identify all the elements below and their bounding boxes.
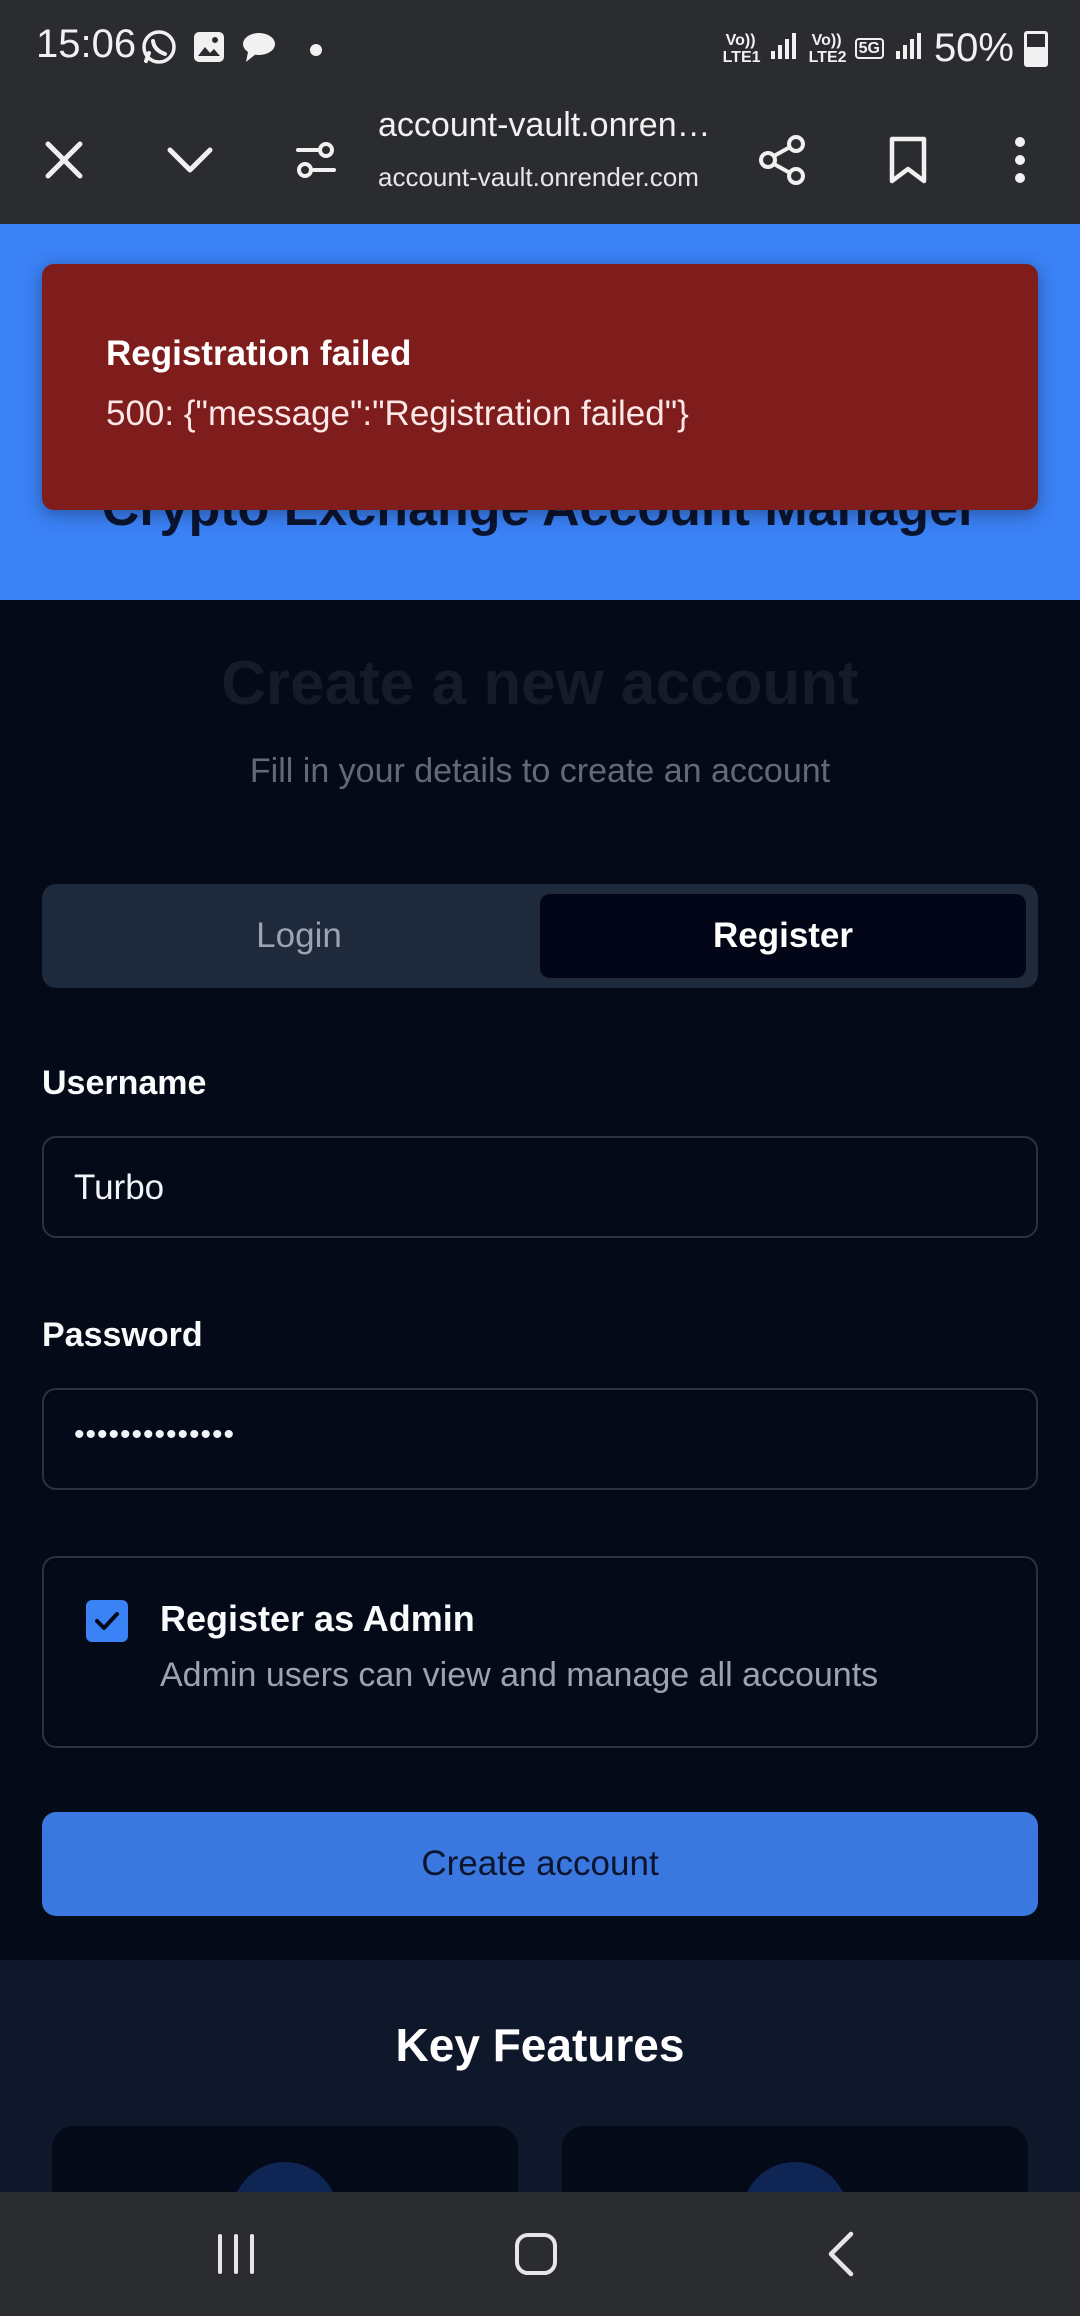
system-nav-bar [0, 2192, 1080, 2316]
back-icon[interactable] [792, 2218, 888, 2290]
username-label: Username [42, 1064, 207, 1102]
sim2-label: Vo)) LTE2 [808, 31, 847, 66]
network-type: 5G [854, 38, 884, 59]
username-field[interactable] [42, 1136, 1038, 1238]
close-icon[interactable] [20, 116, 108, 204]
status-time: 15:06 [36, 22, 137, 66]
admin-title: Register as Admin [160, 1598, 475, 1639]
create-account-button[interactable]: Create account [42, 1812, 1038, 1916]
whatsapp-icon [140, 28, 178, 71]
share-icon[interactable] [738, 116, 826, 204]
error-toast[interactable] [42, 264, 1038, 510]
notification-icons [140, 28, 322, 71]
bookmark-icon[interactable] [864, 116, 952, 204]
admin-option[interactable] [42, 1556, 1038, 1748]
toast-title: Registration failed [106, 334, 412, 373]
form-heading: Create a new account [221, 649, 859, 718]
toast-message: 500: {"message":"Registration failed"} [106, 394, 689, 433]
recent-apps-icon[interactable] [188, 2218, 284, 2290]
password-label: Password [42, 1316, 203, 1354]
form-subheading: Fill in your details to create an accoun… [249, 752, 831, 790]
password-value: •••••••••••••• [74, 1418, 236, 1451]
battery-icon [1024, 30, 1048, 67]
tab-login[interactable]: Login [56, 894, 542, 978]
tab-register[interactable]: Register [540, 894, 1026, 978]
chevron-down-icon[interactable] [146, 116, 234, 204]
sim1-label: Vo)) LTE1 [722, 31, 761, 66]
home-icon[interactable] [488, 2218, 584, 2290]
site-settings-icon[interactable] [272, 116, 360, 204]
url-domain[interactable]: account-vault.onrender.com [378, 162, 699, 193]
signal-icon [769, 31, 799, 66]
more-vert-icon[interactable] [976, 116, 1064, 204]
admin-description: Admin users can view and manage all acco… [160, 1656, 879, 1694]
url-title[interactable]: account-vault.onrender.com [378, 106, 718, 145]
admin-checkbox[interactable] [86, 1600, 128, 1642]
features-title: Key Features [395, 2019, 685, 2071]
chat-bubble-icon [240, 30, 278, 69]
battery-percent: 50% [933, 26, 1014, 70]
status-right: Vo)) LTE1 Vo)) LTE2 5G 50% [723, 26, 1048, 71]
check-icon [95, 1612, 119, 1630]
gallery-icon [192, 30, 226, 69]
signal-icon [894, 31, 924, 66]
more-notifications-dot [310, 43, 322, 56]
username-value: Turbo [74, 1168, 165, 1207]
